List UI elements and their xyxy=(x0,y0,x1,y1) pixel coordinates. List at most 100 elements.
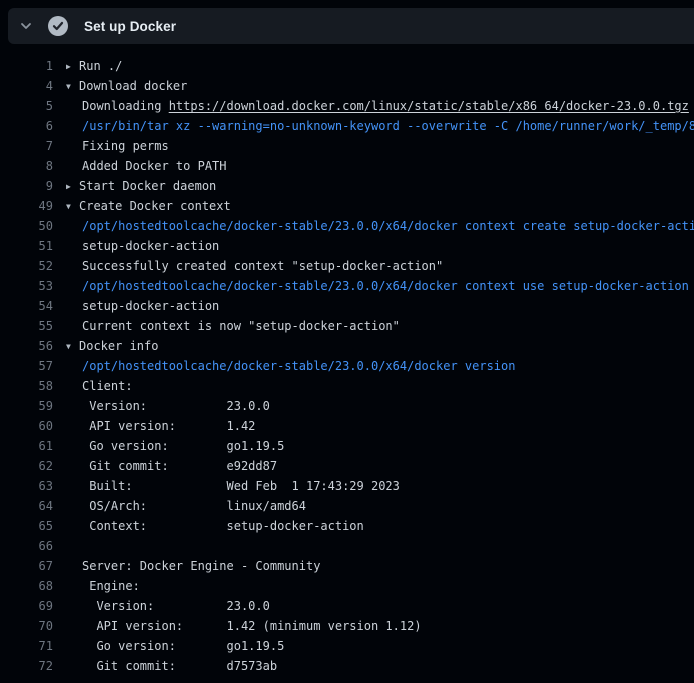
log-text: Version: 23.0.0 xyxy=(53,596,270,616)
line-number[interactable]: 63 xyxy=(0,476,53,496)
line-number[interactable]: 8 xyxy=(0,156,53,176)
log-text: API version: 1.42 (minimum version 1.12) xyxy=(53,616,422,636)
log-line: 64 OS/Arch: linux/amd64 xyxy=(0,496,694,516)
log-output: 1▶Run ./4▼Download docker5Downloading ht… xyxy=(0,44,694,676)
log-line: 53/opt/hostedtoolcache/docker-stable/23.… xyxy=(0,276,694,296)
line-number[interactable]: 49 xyxy=(0,196,53,216)
triangle-expanded-icon: ▼ xyxy=(66,77,79,97)
log-line: 71 Go version: go1.19.5 xyxy=(0,636,694,656)
line-number[interactable]: 57 xyxy=(0,356,53,376)
log-url-link[interactable]: https://download.docker.com/linux/static… xyxy=(169,99,689,113)
log-group-header[interactable]: 56 ▼Docker info xyxy=(0,336,694,356)
log-group-header[interactable]: 9 ▶Start Docker daemon xyxy=(0,176,694,196)
log-line: 60 API version: 1.42 xyxy=(0,416,694,436)
line-number[interactable]: 6 xyxy=(0,116,53,136)
log-line: 50/opt/hostedtoolcache/docker-stable/23.… xyxy=(0,216,694,236)
line-number[interactable]: 72 xyxy=(0,656,53,676)
line-number[interactable]: 51 xyxy=(0,236,53,256)
log-line: 62 Git commit: e92dd87 xyxy=(0,456,694,476)
triangle-expanded-icon: ▼ xyxy=(66,197,79,217)
group-title: Download docker xyxy=(79,79,187,93)
log-command: /opt/hostedtoolcache/docker-stable/23.0.… xyxy=(53,276,689,296)
line-number[interactable]: 54 xyxy=(0,296,53,316)
step-header[interactable]: Set up Docker xyxy=(8,8,694,44)
log-line: 63 Built: Wed Feb 1 17:43:29 2023 xyxy=(0,476,694,496)
line-number[interactable]: 1 xyxy=(0,56,53,76)
log-text: Git commit: e92dd87 xyxy=(53,456,277,476)
log-line: 8Added Docker to PATH xyxy=(0,156,694,176)
log-line: 55Current context is now "setup-docker-a… xyxy=(0,316,694,336)
log-line: 5Downloading https://download.docker.com… xyxy=(0,96,694,116)
log-command: /opt/hostedtoolcache/docker-stable/23.0.… xyxy=(53,356,515,376)
line-number[interactable]: 55 xyxy=(0,316,53,336)
group-title: Create Docker context xyxy=(79,199,231,213)
line-number[interactable]: 71 xyxy=(0,636,53,656)
log-line: 58Client: xyxy=(0,376,694,396)
log-text: Downloading https://download.docker.com/… xyxy=(53,96,689,116)
triangle-expanded-icon: ▼ xyxy=(66,337,79,357)
triangle-collapsed-icon: ▶ xyxy=(66,57,79,77)
log-text: Context: setup-docker-action xyxy=(53,516,364,536)
line-number[interactable]: 65 xyxy=(0,516,53,536)
line-number[interactable]: 50 xyxy=(0,216,53,236)
log-line: 72 Git commit: d7573ab xyxy=(0,656,694,676)
log-group-header[interactable]: 4 ▼Download docker xyxy=(0,76,694,96)
line-number[interactable]: 64 xyxy=(0,496,53,516)
line-number[interactable]: 5 xyxy=(0,96,53,116)
group-title: Docker info xyxy=(79,339,158,353)
log-group-header[interactable]: 1▶Run ./ xyxy=(0,56,694,76)
log-line: 67Server: Docker Engine - Community xyxy=(0,556,694,576)
line-number[interactable]: 53 xyxy=(0,276,53,296)
log-text xyxy=(53,536,82,556)
line-number[interactable]: 66 xyxy=(0,536,53,556)
line-number[interactable]: 70 xyxy=(0,616,53,636)
log-text: setup-docker-action xyxy=(53,296,219,316)
line-number[interactable]: 60 xyxy=(0,416,53,436)
line-number[interactable]: 68 xyxy=(0,576,53,596)
line-number[interactable]: 52 xyxy=(0,256,53,276)
log-line: 68 Engine: xyxy=(0,576,694,596)
log-line: 69 Version: 23.0.0 xyxy=(0,596,694,616)
log-text: Engine: xyxy=(53,576,140,596)
log-text: OS/Arch: linux/amd64 xyxy=(53,496,306,516)
line-number[interactable]: 56 xyxy=(0,336,53,356)
log-line: 61 Go version: go1.19.5 xyxy=(0,436,694,456)
chevron-down-icon xyxy=(18,18,34,34)
log-group-header[interactable]: 49 ▼Create Docker context xyxy=(0,196,694,216)
log-text: Version: 23.0.0 xyxy=(53,396,270,416)
line-number[interactable]: 62 xyxy=(0,456,53,476)
log-text: setup-docker-action xyxy=(53,236,219,256)
line-number[interactable]: 7 xyxy=(0,136,53,156)
log-text: Client: xyxy=(53,376,133,396)
line-number[interactable]: 69 xyxy=(0,596,53,616)
line-number[interactable]: 59 xyxy=(0,396,53,416)
log-line: 7Fixing perms xyxy=(0,136,694,156)
log-text: Added Docker to PATH xyxy=(53,156,227,176)
log-text: Current context is now "setup-docker-act… xyxy=(53,316,400,336)
line-number[interactable]: 67 xyxy=(0,556,53,576)
line-number[interactable]: 9 xyxy=(0,176,53,196)
log-command: /usr/bin/tar xz --warning=no-unknown-key… xyxy=(53,116,694,136)
log-text: API version: 1.42 xyxy=(53,416,255,436)
log-text: Go version: go1.19.5 xyxy=(53,436,284,456)
log-text: Git commit: d7573ab xyxy=(53,656,277,676)
group-title: Start Docker daemon xyxy=(79,179,216,193)
log-text: Go version: go1.19.5 xyxy=(53,636,284,656)
log-line: 54setup-docker-action xyxy=(0,296,694,316)
log-text: Server: Docker Engine - Community xyxy=(53,556,320,576)
line-number[interactable]: 4 xyxy=(0,76,53,96)
step-title: Set up Docker xyxy=(84,19,176,34)
log-text: Fixing perms xyxy=(53,136,169,156)
triangle-collapsed-icon: ▶ xyxy=(66,177,79,197)
log-line: 66 xyxy=(0,536,694,556)
log-line: 6/usr/bin/tar xz --warning=no-unknown-ke… xyxy=(0,116,694,136)
log-line: 51setup-docker-action xyxy=(0,236,694,256)
log-line: 57/opt/hostedtoolcache/docker-stable/23.… xyxy=(0,356,694,376)
line-number[interactable]: 61 xyxy=(0,436,53,456)
log-command: /opt/hostedtoolcache/docker-stable/23.0.… xyxy=(53,216,694,236)
line-number[interactable]: 58 xyxy=(0,376,53,396)
log-line: 65 Context: setup-docker-action xyxy=(0,516,694,536)
log-text: Successfully created context "setup-dock… xyxy=(53,256,443,276)
log-line: 59 Version: 23.0.0 xyxy=(0,396,694,416)
log-line: 52Successfully created context "setup-do… xyxy=(0,256,694,276)
